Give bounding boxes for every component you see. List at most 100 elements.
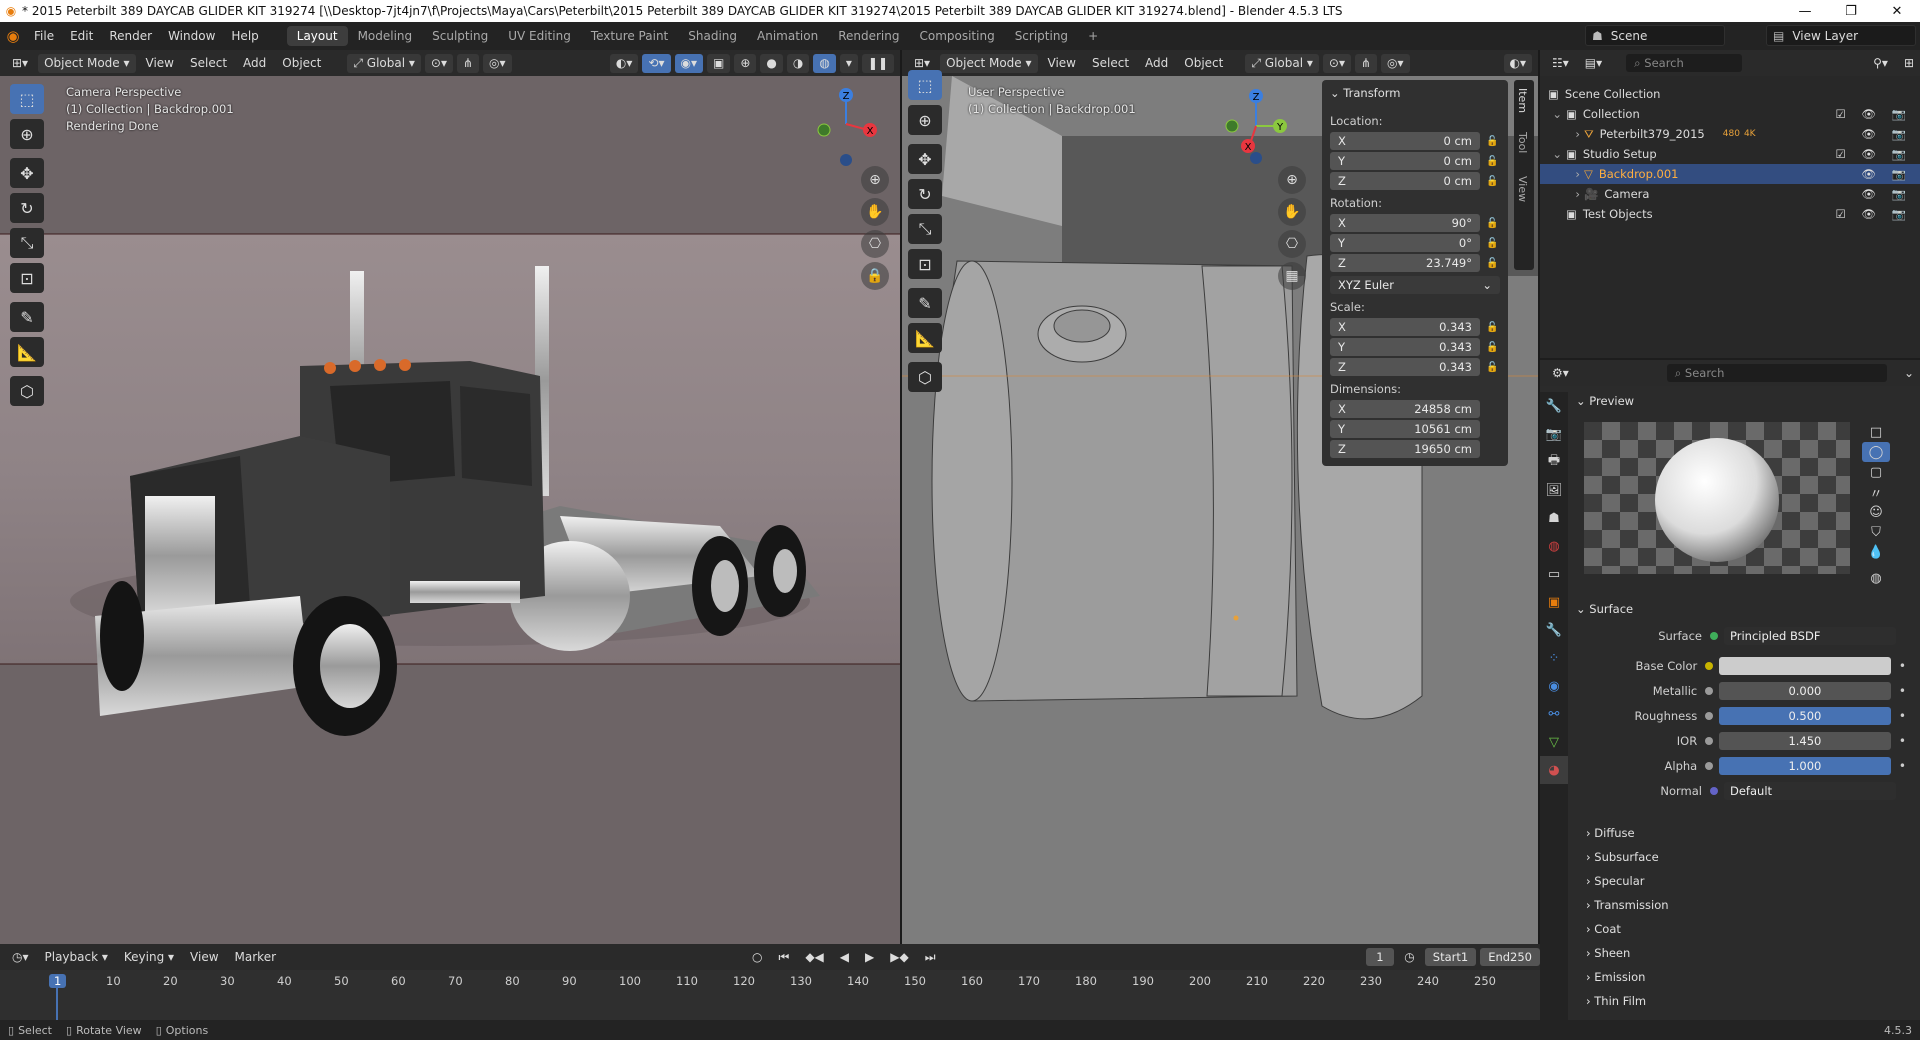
add-cube-icon-right[interactable]: ⬡ xyxy=(908,362,942,392)
preview-hair-icon[interactable]: 〃 xyxy=(1862,482,1890,502)
expand-arrow-icon[interactable]: › xyxy=(1540,187,1584,201)
socket-icon[interactable] xyxy=(1705,737,1713,745)
socket-icon[interactable] xyxy=(1710,787,1718,795)
properties-options-icon[interactable]: ⌄ xyxy=(1898,364,1920,383)
shading-solid-icon[interactable]: ● xyxy=(760,53,783,73)
tab-uv-editing[interactable]: UV Editing xyxy=(498,26,581,46)
socket-icon[interactable] xyxy=(1705,662,1713,670)
annotate-icon[interactable]: ✎ xyxy=(10,302,44,332)
scene-tab-icon[interactable]: ☗ xyxy=(1540,504,1568,532)
subsection-header[interactable]: › Transmission xyxy=(1586,898,1669,912)
current-frame-field[interactable]: 1 xyxy=(1365,948,1395,966)
annotate-icon-right[interactable]: ✎ xyxy=(908,288,942,318)
menu-select-right[interactable]: Select xyxy=(1086,54,1135,73)
properties-search-input[interactable]: ⌕ Search xyxy=(1666,364,1887,382)
property-value-field[interactable]: Default xyxy=(1724,782,1896,800)
expand-arrow-icon[interactable]: ⌄ xyxy=(1540,147,1566,161)
timeline-editor-icon[interactable]: ◷▾ xyxy=(6,948,35,967)
physics-tab-icon[interactable]: ◉ xyxy=(1540,672,1568,700)
prev-keyframe-icon[interactable]: ◆◀ xyxy=(799,948,829,967)
keyframe-dot-icon[interactable]: • xyxy=(1899,684,1906,698)
navigation-gizmo-right[interactable]: Z Y X xyxy=(1220,86,1290,166)
snap-icon[interactable]: ⋔ xyxy=(456,53,480,73)
particles-tab-icon[interactable]: ⁘ xyxy=(1540,644,1568,672)
keyframe-dot-icon[interactable]: • xyxy=(1899,759,1906,773)
keyframe-dot-icon[interactable]: • xyxy=(1899,659,1906,673)
proportional-edit-icon[interactable]: ◎▾ xyxy=(483,53,512,73)
rotation-mode-dropdown[interactable]: XYZ Euler ⌄ xyxy=(1330,276,1500,294)
tab-modeling[interactable]: Modeling xyxy=(348,26,423,46)
subsection-header[interactable]: › Sheen xyxy=(1586,946,1630,960)
visibility-toggles[interactable]: 👁 📷 xyxy=(1861,127,1912,141)
surface-shader-field[interactable]: Principled BSDF xyxy=(1724,627,1896,645)
preview-monkey-icon[interactable]: ☺ xyxy=(1862,502,1890,522)
tab-item[interactable]: Item xyxy=(1516,88,1529,113)
playback-menu[interactable]: Playback ▾ xyxy=(39,948,114,967)
property-value-field[interactable]: 1.450 xyxy=(1718,732,1891,750)
unlock-icon[interactable]: 🔓 xyxy=(1486,238,1498,249)
unlock-icon[interactable]: 🔓 xyxy=(1486,176,1498,187)
unlock-icon[interactable]: 🔓 xyxy=(1486,362,1498,373)
view-layer-tab-icon[interactable]: 🖼 xyxy=(1540,476,1568,504)
outliner-row[interactable]: › ▽ Backdrop.001 👁 📷 xyxy=(1540,164,1920,184)
cursor-icon[interactable]: ⊕ xyxy=(10,119,44,149)
subsection-header[interactable]: › Emission xyxy=(1586,970,1645,984)
subsection-header[interactable]: › Diffuse xyxy=(1586,826,1635,840)
viewport-right[interactable]: ⊞▾ Object Mode ▾ View Select Add Object … xyxy=(902,50,1538,944)
unlock-icon[interactable]: 🔓 xyxy=(1486,258,1498,269)
location-field-z[interactable]: Z 0 cm xyxy=(1330,172,1480,190)
auto-key-icon[interactable]: ○ xyxy=(746,948,768,967)
editor-type-icon[interactable]: ⊞▾ xyxy=(6,54,34,73)
world-tab-icon[interactable]: ◍ xyxy=(1540,532,1568,560)
tab-compositing[interactable]: Compositing xyxy=(909,26,1004,46)
render-tab-icon[interactable]: 📷 xyxy=(1540,420,1568,448)
menu-view-right[interactable]: View xyxy=(1042,54,1082,73)
outliner-search-input[interactable]: ⌕ Search xyxy=(1626,54,1743,72)
dimensions-field-x[interactable]: X 24858 cm xyxy=(1330,400,1480,418)
camera-view-icon-right[interactable]: ⎔ xyxy=(1278,230,1306,258)
property-value-field[interactable] xyxy=(1718,657,1891,675)
pause-render-icon[interactable]: ❚❚ xyxy=(861,53,894,73)
menu-file[interactable]: File xyxy=(26,29,62,43)
shading-material-icon[interactable]: ◑ xyxy=(786,53,810,73)
tab-scripting[interactable]: Scripting xyxy=(1005,26,1078,46)
add-cube-icon[interactable]: ⬡ xyxy=(10,376,44,406)
location-field-x[interactable]: X 0 cm xyxy=(1330,132,1480,150)
visibility-toggles[interactable]: ☑ 👁 📷 xyxy=(1835,107,1912,121)
keyframe-dot-icon[interactable]: • xyxy=(1899,709,1906,723)
timeline-view-menu[interactable]: View xyxy=(184,948,224,967)
playhead[interactable] xyxy=(56,988,58,1020)
outliner-row[interactable]: ▣ Test Objects ☑ 👁 📷 xyxy=(1540,204,1920,224)
visibility-toggles[interactable]: 👁 📷 xyxy=(1861,167,1912,181)
transform-panel-header[interactable]: ⌄ Transform xyxy=(1330,86,1401,100)
play-icon[interactable]: ▶ xyxy=(859,948,880,967)
filter-icon[interactable]: ⚲▾ xyxy=(1867,54,1894,73)
unlock-icon[interactable]: 🔓 xyxy=(1486,322,1498,333)
preview-flat-icon[interactable]: □ xyxy=(1862,422,1890,442)
pan-hand-icon-right[interactable]: ✋ xyxy=(1278,198,1306,226)
scale-field-x[interactable]: X 0.343 xyxy=(1330,318,1480,336)
xray-icon[interactable]: ▣ xyxy=(707,53,731,73)
object-tab-icon[interactable]: ▣ xyxy=(1540,588,1568,616)
zoom-icon-right[interactable]: ⊕ xyxy=(1278,166,1306,194)
tab-sculpting[interactable]: Sculpting xyxy=(422,26,498,46)
output-tab-icon[interactable]: 🖶 xyxy=(1540,448,1568,476)
jump-start-icon[interactable]: ⏮ xyxy=(773,948,796,967)
frame-clock-icon[interactable]: ◷ xyxy=(1398,948,1420,967)
maximize-button[interactable]: ❐ xyxy=(1828,4,1874,19)
material-tab-icon[interactable]: ◕ xyxy=(1540,756,1568,784)
menu-window[interactable]: Window xyxy=(160,29,223,43)
visibility-toggles[interactable]: ☑ 👁 📷 xyxy=(1835,207,1912,221)
outliner-row[interactable]: › ⛛ Peterbilt379_2015 480 4K 👁 📷 xyxy=(1540,124,1920,144)
measure-icon-right[interactable]: 📐 xyxy=(908,323,942,353)
socket-icon[interactable] xyxy=(1705,687,1713,695)
modifier-tab-icon[interactable]: 🔧 xyxy=(1540,616,1568,644)
expand-arrow-icon[interactable]: › xyxy=(1540,127,1584,141)
collection-tab-icon[interactable]: ▭ xyxy=(1540,560,1568,588)
end-frame-field[interactable]: End 250 xyxy=(1480,948,1540,966)
object-mode-dropdown[interactable]: Object Mode ▾ xyxy=(38,53,136,73)
location-field-y[interactable]: Y 0 cm xyxy=(1330,152,1480,170)
menu-select[interactable]: Select xyxy=(184,54,233,73)
close-button[interactable]: ✕ xyxy=(1874,4,1920,19)
scale-field-y[interactable]: Y 0.343 xyxy=(1330,338,1480,356)
